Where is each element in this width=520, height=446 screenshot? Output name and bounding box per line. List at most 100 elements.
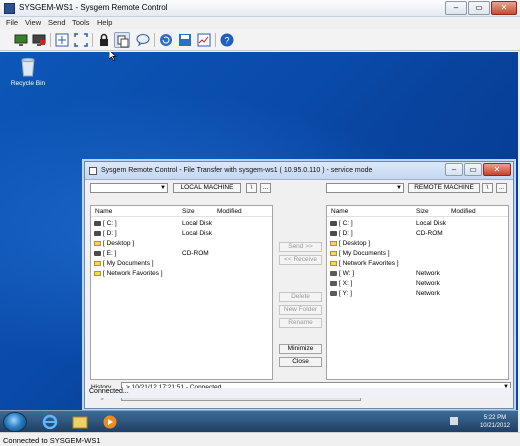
app-icon (4, 3, 15, 14)
file-transfer-title-bar: Sysgem Remote Control - File Transfer wi… (85, 162, 513, 180)
column-name[interactable]: Name (95, 208, 112, 215)
media-player-icon[interactable] (98, 413, 122, 431)
minimize-button[interactable]: – (445, 1, 467, 15)
internet-explorer-icon[interactable] (38, 413, 62, 431)
graph-icon[interactable] (196, 32, 212, 48)
start-button[interactable] (3, 412, 27, 432)
folder-icon (94, 261, 101, 266)
close-transfer-button[interactable]: Close (279, 357, 322, 367)
file-transfer-window: Sysgem Remote Control - File Transfer wi… (84, 161, 514, 409)
column-modified[interactable]: Modified (451, 208, 476, 215)
file-transfer-icon[interactable] (114, 32, 130, 48)
drive-icon (330, 221, 337, 226)
chat-icon[interactable] (135, 32, 151, 48)
new-folder-button[interactable]: New Folder (279, 305, 322, 315)
menu-view[interactable]: View (25, 18, 41, 27)
drive-icon (94, 221, 101, 226)
explorer-folder-icon[interactable] (68, 413, 92, 431)
folder-icon (330, 251, 337, 256)
menu-file[interactable]: File (6, 18, 18, 27)
send-button[interactable]: Send >> (279, 242, 322, 252)
list-item[interactable]: [ D: ] CD-ROM (327, 229, 508, 239)
toolbar: ? (0, 29, 520, 51)
column-modified[interactable]: Modified (217, 208, 242, 215)
remote-root-button[interactable]: \ (482, 183, 493, 193)
monitor-green-icon[interactable] (13, 32, 29, 48)
drive-icon (330, 231, 337, 236)
local-root-button[interactable]: \ (246, 183, 257, 193)
list-item[interactable]: [ D: ] Local Disk (91, 229, 272, 239)
remote-taskbar: 5:22 PM 10/21/2012 (0, 410, 518, 432)
taskbar-clock[interactable]: 5:22 PM 10/21/2012 (480, 414, 510, 430)
folder-icon (330, 241, 337, 246)
network-drive-icon (330, 281, 337, 286)
minimize-transfer-button[interactable]: Minimize (279, 344, 322, 354)
clock-date: 10/21/2012 (479, 423, 510, 429)
menu-tools[interactable]: Tools (72, 18, 90, 27)
receive-button[interactable]: << Receive (279, 255, 322, 265)
list-item[interactable]: [ Network Favorites ] (91, 269, 272, 279)
status-text: Connected to SYSGEM-WS1 (3, 436, 101, 445)
chevron-down-icon: ▼ (396, 185, 402, 191)
local-browse-button[interactable]: ... (260, 183, 271, 193)
monitor-red-icon[interactable] (31, 32, 47, 48)
local-list-header: Name Size Modified (91, 206, 272, 217)
list-item[interactable]: [ C: ] Local Disk (91, 219, 272, 229)
drive-icon (94, 231, 101, 236)
remote-list-header: Name Size Modified (327, 206, 508, 217)
file-transfer-window-icon (89, 167, 97, 175)
list-item[interactable]: [ Network Favorites ] (327, 259, 508, 269)
folder-icon (330, 261, 337, 266)
clock-time: 5:22 PM (483, 415, 507, 421)
recycle-bin-label: Recycle Bin (10, 80, 46, 87)
file-transfer-status: Connected... (85, 388, 511, 398)
menu-help[interactable]: Help (97, 18, 112, 27)
close-button[interactable]: ✕ (491, 1, 517, 15)
column-size[interactable]: Size (416, 208, 429, 215)
list-item[interactable]: [ W: ] Network (327, 269, 508, 279)
recycle-bin[interactable]: Recycle Bin (10, 56, 46, 87)
disk-icon[interactable] (177, 32, 193, 48)
window-title-bar: SYSGEM-WS1 - Sysgem Remote Control – ▭ ✕ (0, 0, 520, 17)
column-size[interactable]: Size (182, 208, 195, 215)
remote-browse-button[interactable]: ... (496, 183, 507, 193)
ft-minimize-button[interactable]: – (445, 163, 463, 176)
column-name[interactable]: Name (331, 208, 348, 215)
recycle-bin-icon (19, 56, 37, 78)
remote-file-list[interactable]: Name Size Modified [ C: ] Local Disk [ D:… (326, 205, 509, 380)
file-transfer-body: ▼ LOCAL MACHINE \ ... ▼ REMOTE MACHINE \… (87, 181, 511, 407)
list-item[interactable]: [ C: ] Local Disk (327, 219, 508, 229)
status-bar: Connected to SYSGEM-WS1 (0, 432, 520, 446)
network-drive-icon (330, 271, 337, 276)
ft-maximize-button[interactable]: ▭ (464, 163, 482, 176)
drive-icon (94, 251, 101, 256)
delete-button[interactable]: Delete (279, 292, 322, 302)
fit-window-icon[interactable] (54, 32, 70, 48)
list-item[interactable]: [ Desktop ] (327, 239, 508, 249)
list-item[interactable]: [ My Documents ] (327, 249, 508, 259)
file-transfer-title: Sysgem Remote Control - File Transfer wi… (101, 167, 373, 174)
action-center-flag-icon[interactable] (450, 417, 458, 425)
ft-close-button[interactable]: ✕ (483, 163, 511, 176)
folder-icon (94, 241, 101, 246)
list-item[interactable]: [ Y: ] Network (327, 289, 508, 299)
refresh-icon[interactable] (158, 32, 174, 48)
list-item[interactable]: [ Desktop ] (91, 239, 272, 249)
menu-send[interactable]: Send (48, 18, 66, 27)
remote-drive-select[interactable]: ▼ (326, 183, 404, 193)
fullscreen-icon[interactable] (73, 32, 89, 48)
chevron-down-icon: ▼ (160, 185, 166, 191)
rename-button[interactable]: Rename (279, 318, 322, 328)
help-icon[interactable]: ? (219, 32, 235, 48)
lock-icon[interactable] (96, 32, 112, 48)
folder-icon (94, 271, 101, 276)
list-item[interactable]: [ E: ] CD-ROM (91, 249, 272, 259)
list-item[interactable]: [ X: ] Network (327, 279, 508, 289)
list-item[interactable]: [ My Documents ] (91, 259, 272, 269)
menu-bar: File View Send Tools Help (0, 17, 520, 29)
window-title: SYSGEM-WS1 - Sysgem Remote Control (19, 3, 168, 12)
local-drive-select[interactable]: ▼ (90, 183, 168, 193)
maximize-button[interactable]: ▭ (468, 1, 490, 15)
local-file-list[interactable]: Name Size Modified [ C: ] Local Disk [ D:… (90, 205, 273, 380)
network-drive-icon (330, 291, 337, 296)
